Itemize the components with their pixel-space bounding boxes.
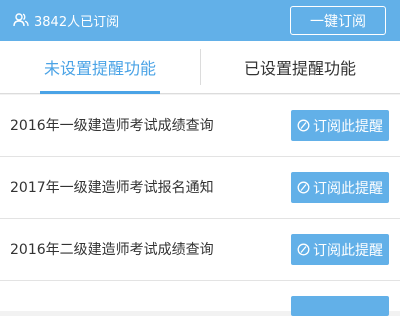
no-alarm-icon <box>297 181 310 194</box>
subscribe-reminder-label: 订阅此提醒 <box>313 118 383 135</box>
reminder-list: 2016年一级建造师考试成绩查询 订阅此提醒 2017年一级建造师考试报名通知 … <box>0 95 400 316</box>
subscribe-reminder-button[interactable]: 订阅此提醒 <box>291 234 389 265</box>
list-item: 2016年二级建造师考试成绩查询 订阅此提醒 <box>0 219 400 281</box>
tab-bar: 未设置提醒功能 已设置提醒功能 <box>0 41 400 94</box>
subscribe-reminder-button[interactable]: 订阅此提醒 <box>291 172 389 203</box>
no-alarm-icon <box>297 243 310 256</box>
no-alarm-icon <box>297 119 310 132</box>
subscribe-reminder-button[interactable] <box>291 296 389 316</box>
tab-unset-reminders[interactable]: 未设置提醒功能 <box>0 41 200 94</box>
subscribe-reminder-label: 订阅此提醒 <box>313 180 383 197</box>
tab-divider <box>200 49 201 85</box>
list-item-title: 2016年一级建造师考试成绩查询 <box>10 118 214 134</box>
list-item <box>0 281 400 316</box>
subscribe-reminder-label: 订阅此提醒 <box>313 242 383 259</box>
tab-set-reminders[interactable]: 已设置提醒功能 <box>200 41 400 93</box>
users-icon <box>13 13 29 27</box>
list-item: 2016年一级建造师考试成绩查询 订阅此提醒 <box>0 95 400 157</box>
list-item-title: 2017年一级建造师考试报名通知 <box>10 180 214 196</box>
subscriber-count-text: 3842人已订阅 <box>34 14 120 30</box>
subscribe-reminder-button[interactable]: 订阅此提醒 <box>291 110 389 141</box>
subscribe-all-button[interactable]: 一键订阅 <box>290 6 386 35</box>
list-item-title: 2016年二级建造师考试成绩查询 <box>10 242 214 258</box>
list-item: 2017年一级建造师考试报名通知 订阅此提醒 <box>0 157 400 219</box>
top-bar: 3842人已订阅 一键订阅 <box>0 0 400 41</box>
subscriber-count: 3842人已订阅 <box>13 9 119 31</box>
